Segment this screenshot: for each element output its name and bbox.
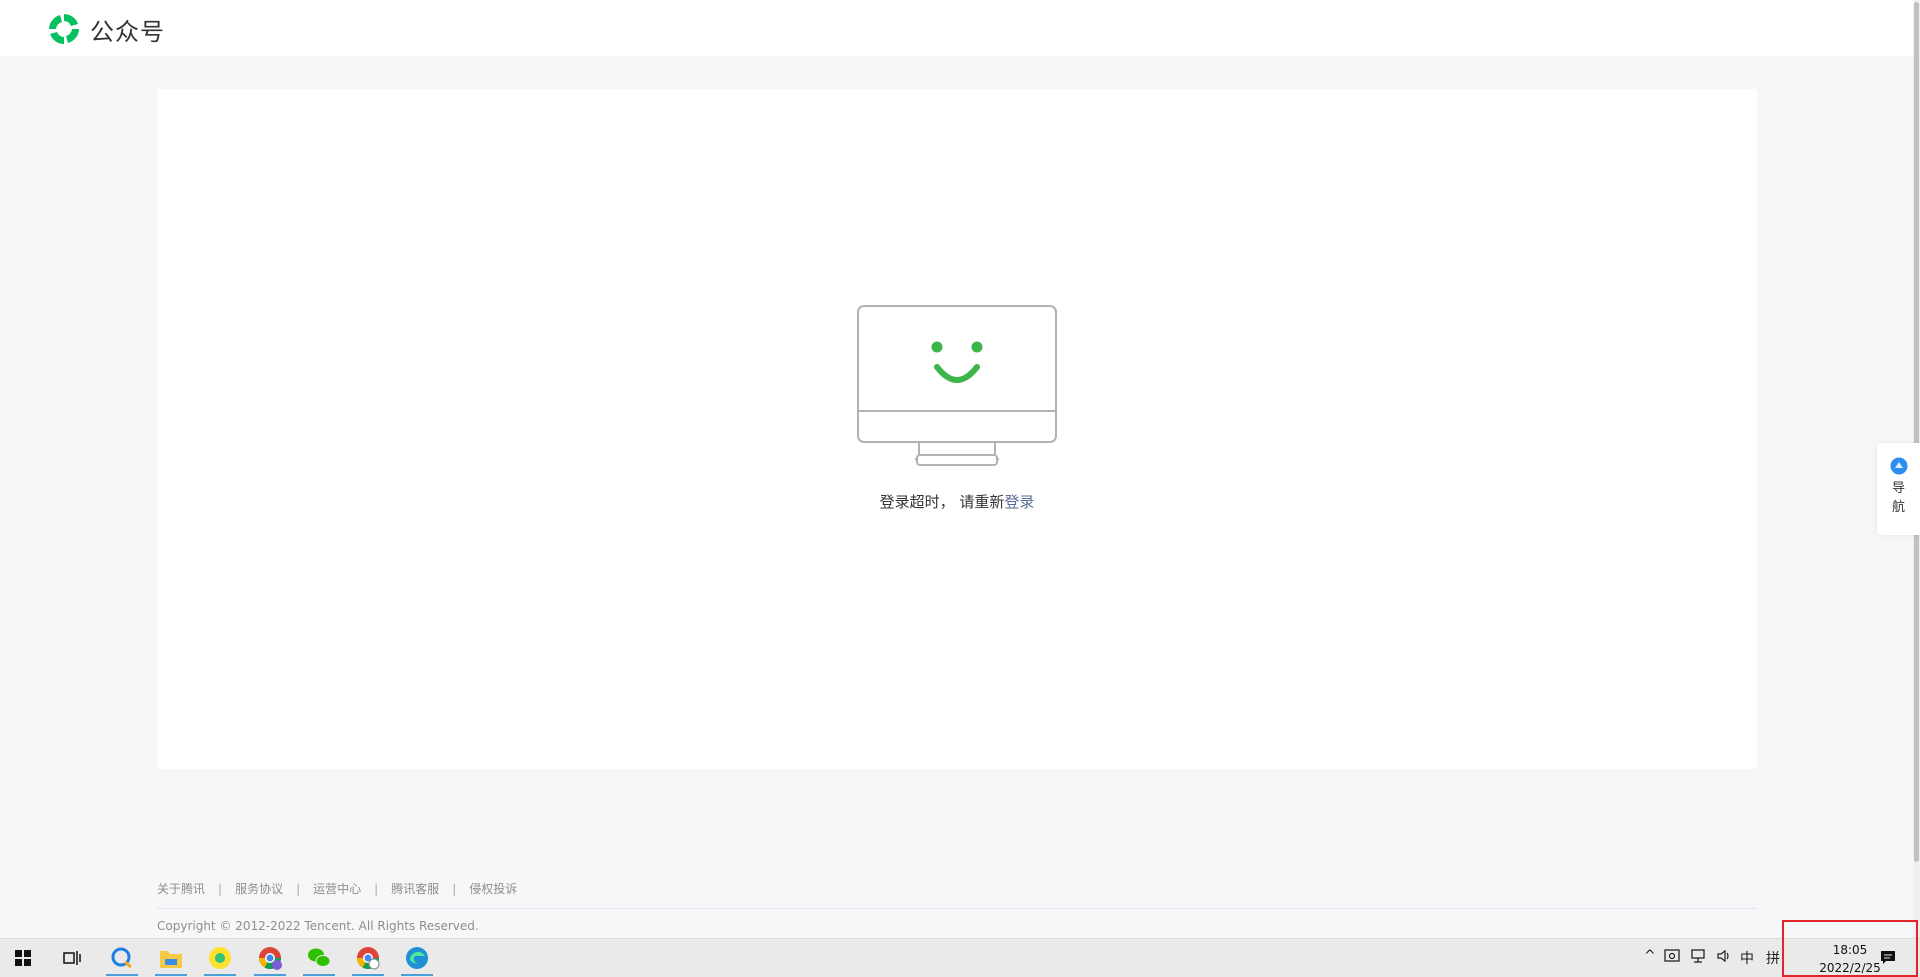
network-icon[interactable] [1690, 948, 1706, 968]
wechat-icon[interactable] [299, 939, 339, 977]
footer-separator: | [296, 881, 301, 896]
top-bar: 公众号 [0, 0, 1913, 56]
task-view-icon[interactable] [52, 939, 92, 977]
copyright-text: Copyright © 2012-2022 Tencent. All Right… [157, 919, 479, 933]
ime-mode-indicator[interactable]: 拼 [1766, 948, 1780, 968]
footer-separator: | [218, 881, 223, 896]
volume-icon[interactable] [1716, 948, 1732, 968]
timeout-message: 登录超时， 请重新登录 [157, 491, 1757, 512]
clock-date: 2022/2/25 [1819, 961, 1881, 975]
footer-links: 关于腾讯 | 服务协议 | 运营中心 | 腾讯客服 | 侵权投诉 [157, 880, 517, 897]
footer-link-operation-center[interactable]: 运营中心 [313, 880, 361, 897]
side-nav-label: 导航 [1891, 481, 1905, 515]
footer-link-infringement-report[interactable]: 侵权投诉 [469, 880, 517, 897]
scrollbar-thumb[interactable] [1914, 2, 1919, 862]
footer-divider [157, 908, 1757, 909]
wechat-official-logo-icon [49, 14, 79, 44]
security-center-icon[interactable] [1664, 948, 1680, 968]
app-name: 公众号 [90, 17, 165, 46]
show-hidden-icons-chevron-icon[interactable]: ^ [1644, 948, 1656, 964]
footer-separator: | [374, 881, 379, 896]
side-navigation-button[interactable]: 导航 [1877, 443, 1920, 535]
navigation-icon [1890, 457, 1907, 475]
qq-music-icon[interactable] [200, 939, 240, 977]
footer-separator: | [452, 881, 457, 896]
timeout-message-text: 登录超时， 请重新 [879, 493, 1005, 511]
ime-language-indicator[interactable]: 中 [1740, 948, 1754, 968]
edge-icon[interactable] [397, 939, 437, 977]
footer-link-about[interactable]: 关于腾讯 [157, 880, 205, 897]
footer-link-customer-service[interactable]: 腾讯客服 [391, 880, 439, 897]
taskbar-clock-highlight[interactable]: 18:05 2022/2/25 [1782, 920, 1918, 977]
monitor-smile-illustration [857, 305, 1057, 466]
login-link[interactable]: 登录 [1004, 493, 1034, 511]
chrome-profile-icon[interactable] [348, 939, 388, 977]
windows-taskbar: ^ 中 拼 [0, 938, 1920, 977]
footer-link-service-agreement[interactable]: 服务协议 [235, 880, 283, 897]
logo[interactable]: 公众号 [46, 11, 165, 47]
chrome-icon[interactable] [250, 939, 290, 977]
clock-time: 18:05 [1832, 943, 1868, 957]
start-icon[interactable] [3, 939, 43, 977]
file-explorer-icon[interactable] [151, 939, 191, 977]
qq-browser-icon[interactable] [102, 939, 142, 977]
main-card: 登录超时， 请重新登录 [157, 89, 1757, 769]
